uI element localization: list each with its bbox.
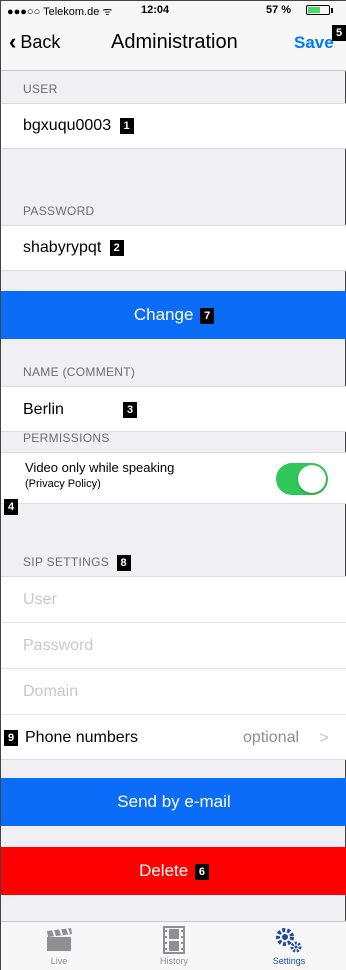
delete-label: Delete	[139, 861, 189, 880]
privacy-policy-link[interactable]: (Privacy Policy)	[25, 478, 101, 490]
user-value: bgxuqu0003	[23, 117, 112, 134]
tab-settings-label: Settings	[272, 956, 306, 966]
tab-settings[interactable]: Settings	[249, 926, 329, 966]
toggle-knob	[298, 465, 326, 493]
video-only-toggle[interactable]	[276, 463, 328, 495]
user-section-label: USER	[23, 82, 58, 96]
clock: 12:04	[141, 4, 170, 16]
callout-badge-8: 8	[116, 555, 131, 571]
name-section-label: NAME (COMMENT)	[23, 365, 136, 379]
delete-button[interactable]: Delete 6	[1, 847, 346, 895]
phone-numbers-label: Phone numbers	[25, 729, 138, 746]
callout-badge-3: 3	[123, 402, 137, 418]
callout-badge-6: 6	[194, 863, 209, 880]
name-value: Berlin	[23, 401, 64, 418]
video-only-label: Video only while speaking	[25, 460, 175, 475]
carrier-label: ●●●○○ Telekom.de ᯤ	[7, 6, 113, 18]
chevron-left-icon: ‹	[9, 29, 17, 54]
sip-settings-group: User Password Domain 9 Phone numbers opt…	[1, 576, 346, 760]
sip-password-field[interactable]: Password	[1, 623, 346, 669]
phone-numbers-value: optional	[243, 729, 300, 746]
navigation-bar: ‹ Back Administration Save 5	[1, 19, 346, 71]
back-label: Back	[20, 31, 61, 52]
sip-user-placeholder: User	[23, 591, 57, 608]
sip-section-label: SIP SETTINGS 8	[23, 555, 131, 571]
phone-numbers-row[interactable]: 9 Phone numbers optional >	[1, 715, 346, 761]
video-privacy-row: 4 Video only while speaking (Privacy Pol…	[1, 452, 346, 515]
password-field[interactable]: shabyrypqt 2	[1, 225, 346, 271]
tab-history[interactable]: History	[134, 926, 214, 966]
tab-live[interactable]: Live	[19, 926, 99, 966]
chevron-right-icon: >	[319, 728, 329, 747]
tab-live-label: Live	[50, 956, 68, 966]
callout-badge-9: 9	[4, 730, 18, 746]
name-field[interactable]: Berlin 3	[1, 386, 346, 432]
sip-password-placeholder: Password	[23, 637, 94, 654]
sip-label: SIP SETTINGS	[23, 555, 110, 570]
send-by-email-button[interactable]: Send by e-mail	[1, 778, 346, 826]
page-title: Administration	[111, 31, 238, 53]
permissions-section-label: PERMISSIONS	[23, 431, 110, 445]
user-field[interactable]: bgxuqu0003 1	[1, 103, 346, 149]
tab-history-label: History	[159, 956, 188, 966]
clapperboard-icon	[47, 927, 72, 951]
change-button[interactable]: Change 7	[1, 291, 346, 339]
battery-percent: 57 %	[266, 4, 292, 16]
password-section-label: PASSWORD	[23, 204, 95, 218]
change-label: Change	[133, 305, 194, 324]
send-by-email-label: Send by e-mail	[117, 792, 231, 811]
sip-domain-placeholder: Domain	[23, 683, 79, 700]
callout-badge-2: 2	[109, 239, 124, 256]
back-button[interactable]: ‹ Back	[9, 31, 60, 53]
status-bar: ●●●○○ Telekom.de ᯤ 12:04 57 %	[1, 1, 346, 19]
sip-user-field[interactable]: User	[1, 577, 346, 623]
save-button[interactable]: Save	[294, 33, 334, 53]
callout-badge-1: 1	[119, 117, 134, 134]
gears-icon	[276, 928, 302, 953]
sip-domain-field[interactable]: Domain	[1, 669, 346, 715]
callout-badge-5: 5	[332, 25, 346, 41]
battery-icon	[306, 5, 333, 15]
film-icon	[163, 926, 185, 954]
password-value: shabyrypqt	[23, 239, 102, 256]
tab-bar: Live History Settings	[1, 921, 346, 970]
callout-badge-7: 7	[200, 307, 215, 324]
callout-badge-4: 4	[4, 499, 18, 515]
app-screen: ●●●○○ Telekom.de ᯤ 12:04 57 % ‹ Back Adm…	[0, 0, 346, 970]
